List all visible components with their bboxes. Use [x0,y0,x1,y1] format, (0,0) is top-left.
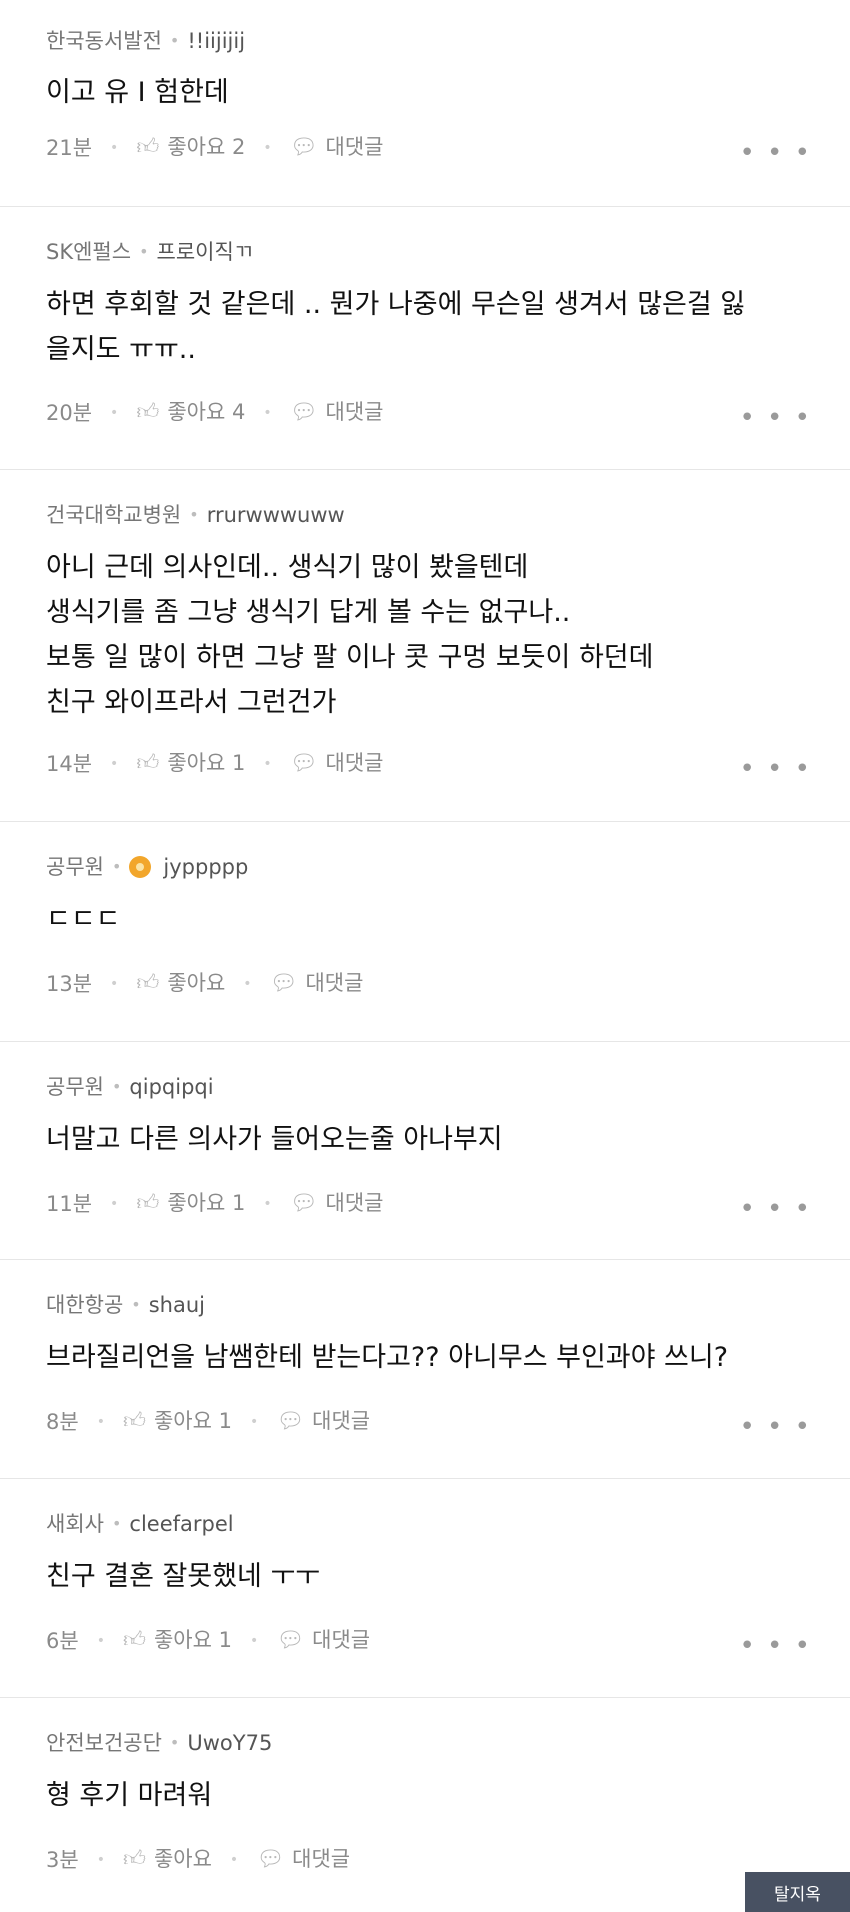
comment-meta: SK엔펄스 • 프로이직ㄲ [46,237,253,267]
like-button[interactable]: 👍︎ 좋아요 2 [136,132,245,163]
comment-body: ㄷㄷㄷ [46,904,121,935]
nickname[interactable]: 프로이직ㄲ [157,237,254,267]
thumbs-up-icon: 👍︎ [122,1628,146,1653]
like-button[interactable]: 👍︎ 좋아요 [136,968,225,999]
speech-bubble-icon: 💬︎ [276,1409,305,1434]
user-badge-icon [129,856,152,878]
reply-button[interactable]: 💬︎ 대댓글 [276,1406,370,1437]
comment-item: SK엔펄스 • 프로이직ㄲ 하면 후회할 것 같은데 .. 뭔가 나중에 무슨일… [0,207,850,470]
speech-bubble-icon: 💬︎ [276,1628,305,1653]
nickname[interactable]: cleefarpel [129,1509,233,1539]
more-dots-icon[interactable]: • • • [739,138,812,168]
reply-button[interactable]: 💬︎ 대댓글 [290,1188,384,1219]
comment-body: 아니 근데 의사인데.. 생식기 많이 봤을텐데 생식기를 좀 그냥 생식기 답… [46,552,654,718]
comment-actions: 20분 • 👍︎ 좋아요 4 • 💬︎ 대댓글 [46,397,383,428]
comment-time: 11분 [46,1191,93,1216]
like-button[interactable]: 👍︎ 좋아요 [123,1844,212,1875]
reply-button[interactable]: 💬︎ 대댓글 [290,132,384,163]
comment-time: 3분 [46,1847,79,1872]
speech-bubble-icon: 💬︎ [269,971,298,996]
comment-body: 친구 결혼 잘못했네 ㅜㅜ [46,1561,321,1592]
thumbs-up-icon: 👍︎ [122,1847,146,1872]
comment-meta: 새회사 • cleefarpel [46,1509,234,1539]
like-button[interactable]: 👍︎ 좋아요 1 [123,1625,232,1656]
more-dots-icon[interactable]: • • • [739,1194,812,1224]
comment-item: 건국대학교병원 • rrurwwwuww 아니 근데 의사인데.. 생식기 많이… [0,470,850,822]
more-dots-icon[interactable]: • • • [739,1412,812,1442]
comment-actions: 11분 • 👍︎ 좋아요 1 • 💬︎ 대댓글 [46,1188,383,1219]
comment-item: 새회사 • cleefarpel 친구 결혼 잘못했네 ㅜㅜ 6분 • 👍︎ 좋아… [0,1479,850,1698]
comment-time: 8분 [46,1409,79,1434]
more-dots-icon[interactable]: • • • [739,403,812,433]
comment-time: 14분 [46,751,93,776]
thumbs-up-icon: 👍︎ [136,751,160,776]
thumbs-up-icon: 👍︎ [136,971,160,996]
reply-button[interactable]: 💬︎ 대댓글 [276,1625,370,1656]
reply-button[interactable]: 💬︎ 대댓글 [256,1844,350,1875]
thumbs-up-icon: 👍︎ [122,1409,146,1434]
like-button[interactable]: 👍︎ 좋아요 1 [123,1406,232,1437]
comment-actions: 8분 • 👍︎ 좋아요 1 • 💬︎ 대댓글 [46,1406,370,1437]
like-button[interactable]: 👍︎ 좋아요 1 [136,748,245,779]
nickname[interactable]: UwoY75 [187,1728,272,1758]
comment-item: 대한항공 • shauj 브라질리언을 남쌤한테 받는다고?? 아니무스 부인과… [0,1260,850,1479]
nickname[interactable]: jyppppp [163,852,248,882]
company-name: 공무원 [46,1075,104,1099]
comment-meta: 대한항공 • shauj [46,1290,205,1320]
comment-actions: 13분 • 👍︎ 좋아요 • 💬︎ 대댓글 [46,968,363,999]
comment-time: 13분 [46,971,93,996]
site-watermark: 탈지옥 [745,1872,850,1912]
comment-actions: 3분 • 👍︎ 좋아요 • 💬︎ 대댓글 [46,1844,350,1875]
comment-item: 공무원 • jyppppp ㄷㄷㄷ 13분 • 👍︎ 좋아요 • 💬︎ 대댓글 [0,822,850,1042]
comment-time: 21분 [46,135,93,160]
company-name: 건국대학교병원 [46,503,182,527]
comment-body: 너말고 다른 의사가 들어오는줄 아나부지 [46,1124,503,1155]
like-button[interactable]: 👍︎ 좋아요 1 [136,1188,245,1219]
nickname[interactable]: qipqipqi [129,1072,213,1102]
company-name: 새회사 [46,1512,104,1536]
comment-meta: 안전보건공단 • UwoY75 [46,1728,272,1758]
comment-meta: 공무원 • qipqipqi [46,1072,214,1102]
comment-actions: 21분 • 👍︎ 좋아요 2 • 💬︎ 대댓글 [46,132,383,163]
nickname[interactable]: !!iijijij [187,26,245,56]
comment-actions: 6분 • 👍︎ 좋아요 1 • 💬︎ 대댓글 [46,1625,370,1656]
speech-bubble-icon: 💬︎ [289,135,318,160]
company-name: 공무원 [46,855,104,879]
comment-meta: 공무원 • jyppppp [46,852,248,882]
company-name: 안전보건공단 [46,1731,162,1755]
speech-bubble-icon: 💬︎ [289,400,318,425]
speech-bubble-icon: 💬︎ [289,751,318,776]
comment-body: 하면 후회할 것 같은데 .. 뭔가 나중에 무슨일 생겨서 많은걸 잃 을지도… [46,289,746,365]
comment-item: 안전보건공단 • UwoY75 형 후기 마려워 3분 • 👍︎ 좋아요 • 💬︎… [0,1698,850,1893]
comment-actions: 14분 • 👍︎ 좋아요 1 • 💬︎ 대댓글 [46,748,383,779]
comment-time: 20분 [46,400,93,425]
thumbs-up-icon: 👍︎ [136,400,160,425]
like-button[interactable]: 👍︎ 좋아요 4 [136,397,245,428]
comment-item: 한국동서발전 • !!iijijij 이고 유 I 험한데 21분 • 👍︎ 좋아… [0,0,850,207]
reply-button[interactable]: 💬︎ 대댓글 [290,748,384,779]
more-dots-icon[interactable]: • • • [739,1631,812,1661]
comment-item: 공무원 • qipqipqi 너말고 다른 의사가 들어오는줄 아나부지 11분… [0,1042,850,1260]
comment-time: 6분 [46,1628,79,1653]
comment-body: 브라질리언을 남쌤한테 받는다고?? 아니무스 부인과야 쓰니? [46,1342,729,1373]
nickname[interactable]: shauj [149,1290,205,1320]
more-dots-icon[interactable]: • • • [739,754,812,784]
reply-button[interactable]: 💬︎ 대댓글 [290,397,384,428]
thumbs-up-icon: 👍︎ [136,135,160,160]
thumbs-up-icon: 👍︎ [136,1191,160,1216]
nickname[interactable]: rrurwwwuww [207,500,345,530]
comment-body: 형 후기 마려워 [46,1780,213,1811]
speech-bubble-icon: 💬︎ [289,1191,318,1216]
speech-bubble-icon: 💬︎ [256,1847,285,1872]
company-name: 한국동서발전 [46,29,162,53]
reply-button[interactable]: 💬︎ 대댓글 [270,968,364,999]
company-name: SK엔펄스 [46,240,132,264]
comment-meta: 건국대학교병원 • rrurwwwuww [46,500,345,530]
company-name: 대한항공 [46,1293,124,1317]
comment-body: 이고 유 I 험한데 [46,77,229,108]
comment-meta: 한국동서발전 • !!iijijij [46,26,245,56]
